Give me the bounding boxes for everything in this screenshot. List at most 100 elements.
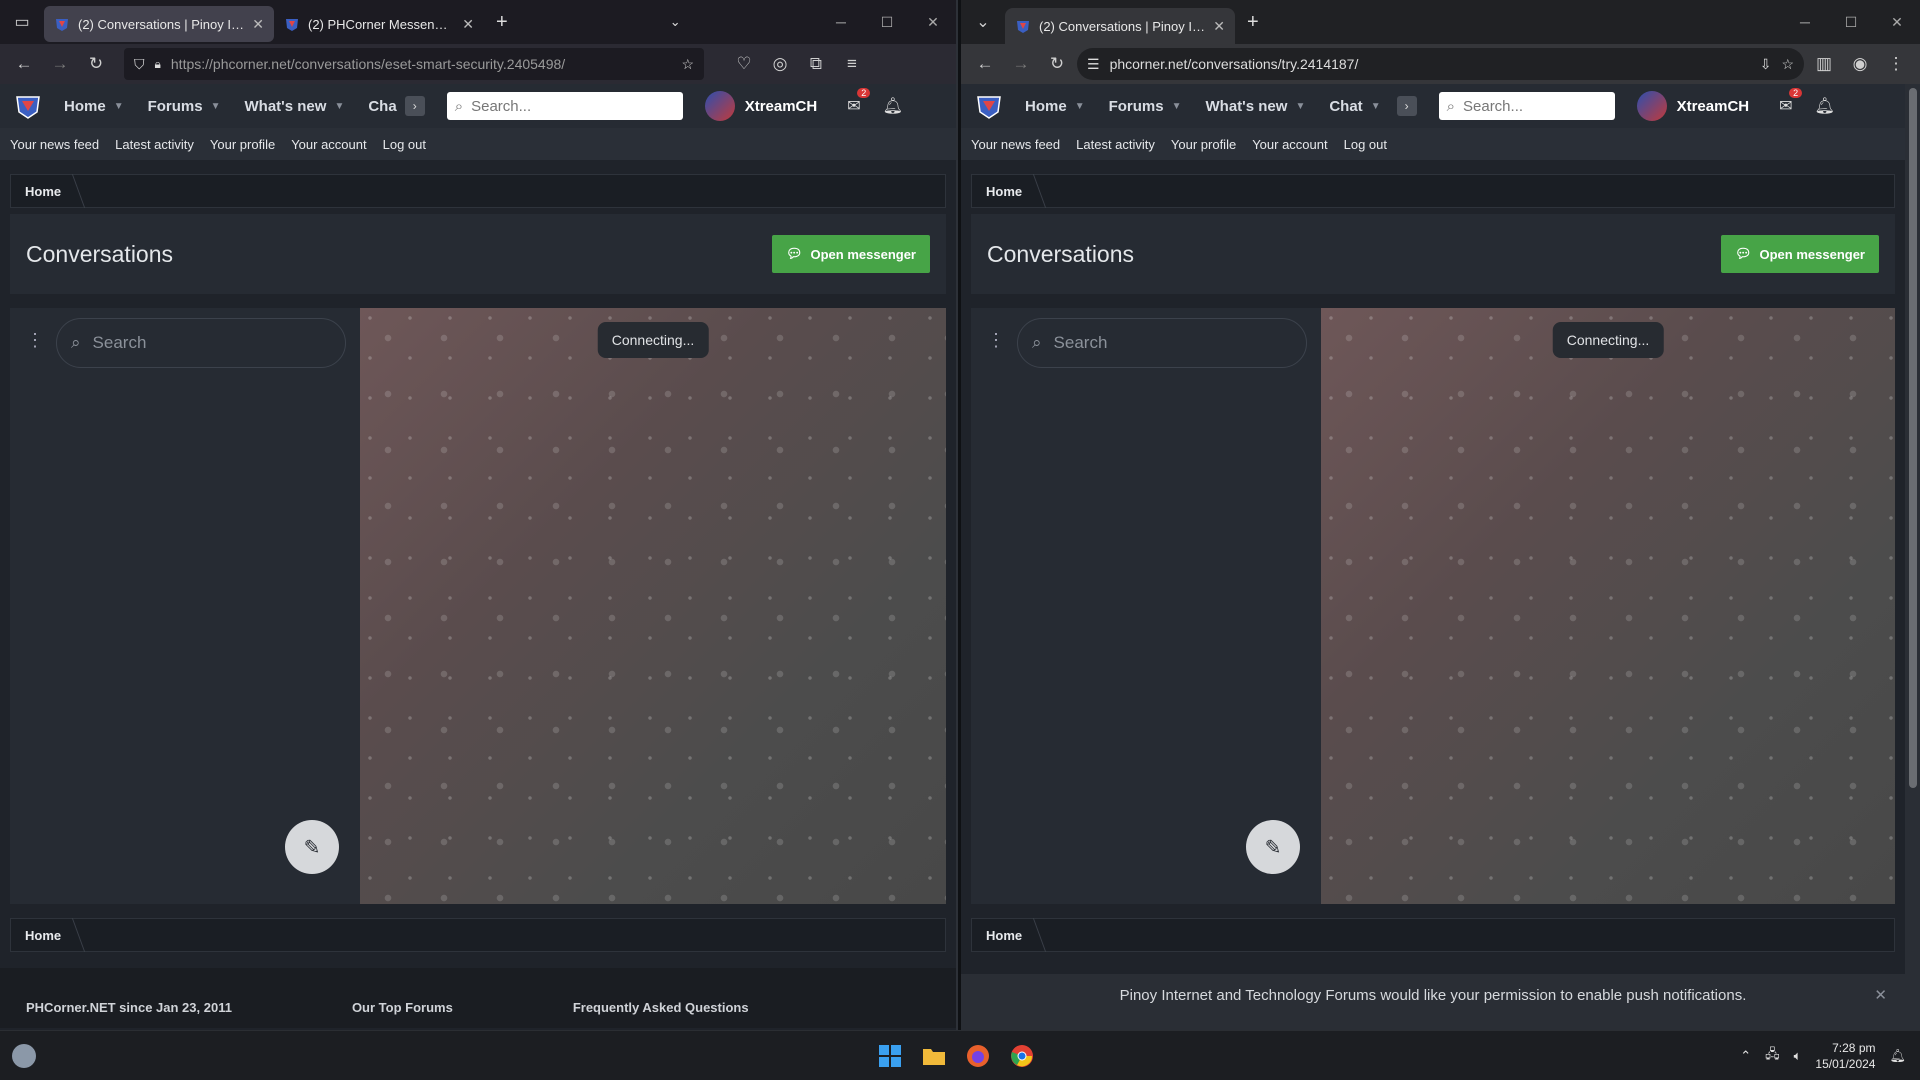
notification-bell-icon[interactable]: 🔔︎ xyxy=(1889,1048,1906,1064)
chevron-up-icon[interactable]: ⌃ xyxy=(1740,1048,1751,1064)
chrome-icon[interactable] xyxy=(1008,1042,1036,1070)
nav-forums[interactable]: Forums ▼ xyxy=(1101,98,1190,115)
close-tab-icon[interactable]: ✕ xyxy=(1213,18,1225,35)
inbox-icon[interactable]: ✉ xyxy=(847,96,860,116)
address-bar[interactable]: ☰ phcorner.net/conversations/try.2414187… xyxy=(1077,48,1804,80)
profile-icon[interactable]: ◉ xyxy=(1844,48,1876,80)
nav-forums[interactable]: Forums ▼ xyxy=(140,98,229,115)
footer-faq[interactable]: Frequently Asked Questions xyxy=(573,1000,749,1028)
new-tab-icon[interactable]: + xyxy=(1235,11,1271,34)
tab-conversations[interactable]: (2) Conversations | Pinoy Intern ✕ xyxy=(1005,8,1235,44)
reload-icon[interactable]: ↻ xyxy=(1041,48,1073,80)
nav-home[interactable]: Home ▼ xyxy=(56,98,132,115)
new-tab-icon[interactable]: + xyxy=(484,11,520,34)
firefox-icon[interactable] xyxy=(964,1042,992,1070)
open-messenger-button[interactable]: 💬︎ Open messenger xyxy=(1720,235,1879,273)
subnav-latest-activity[interactable]: Latest activity xyxy=(1076,137,1155,152)
side-panel-icon[interactable]: ▥ xyxy=(1808,48,1840,80)
close-window-icon[interactable]: ✕ xyxy=(910,14,956,31)
minimize-icon[interactable]: ─ xyxy=(818,14,864,31)
horizontal-scrollbar[interactable] xyxy=(961,1016,1905,1030)
site-search-input[interactable]: ⌕ Search... xyxy=(446,92,683,120)
bell-icon[interactable]: 🔔︎ xyxy=(1815,96,1835,116)
weather-icon[interactable] xyxy=(12,1043,36,1068)
more-options-icon[interactable]: ⋮ xyxy=(987,330,1005,351)
subnav-your-account[interactable]: Your account xyxy=(1252,137,1327,152)
menu-icon[interactable]: ≡ xyxy=(836,48,868,80)
pocket-icon[interactable]: ♡ xyxy=(728,48,760,80)
chevron-down-icon[interactable]: ▼ xyxy=(1172,101,1182,112)
footer-top-forums[interactable]: Our Top Forums xyxy=(352,1000,453,1028)
tab-overflow-chevron-icon[interactable]: ⌄ xyxy=(670,14,681,30)
shield-icon[interactable]: ⛉ xyxy=(134,56,145,73)
nav-whats-new[interactable]: What's new ▼ xyxy=(237,98,353,115)
subnav-your-profile[interactable]: Your profile xyxy=(1171,137,1236,152)
chevron-down-icon[interactable]: ▼ xyxy=(1075,101,1085,112)
bookmark-star-icon[interactable]: ☆ xyxy=(1781,56,1794,73)
forward-icon[interactable]: → xyxy=(1005,48,1037,80)
forward-icon[interactable]: → xyxy=(44,48,76,80)
address-bar[interactable]: ⛉ 🔒︎ https://phcorner.net/conversations/… xyxy=(124,48,704,80)
nav-home[interactable]: Home ▼ xyxy=(1017,98,1093,115)
user-menu[interactable]: XtreamCH xyxy=(1636,91,1749,121)
user-menu[interactable]: XtreamCH xyxy=(704,91,817,121)
close-tab-icon[interactable]: ✕ xyxy=(462,16,474,33)
menu-icon[interactable]: ⋮ xyxy=(1880,48,1912,80)
close-tab-icon[interactable]: ✕ xyxy=(252,16,264,33)
reload-icon[interactable]: ↻ xyxy=(80,48,112,80)
subnav-log-out[interactable]: Log out xyxy=(1344,137,1387,152)
phcorner-logo[interactable] xyxy=(969,86,1009,126)
subnav-news-feed[interactable]: Your news feed xyxy=(10,137,99,152)
network-icon[interactable]: 🖧︎ xyxy=(1765,1045,1780,1067)
file-explorer-icon[interactable] xyxy=(920,1042,948,1070)
minimize-icon[interactable]: ─ xyxy=(1782,14,1828,31)
compose-button[interactable]: ✎ xyxy=(1246,820,1300,874)
subnav-log-out[interactable]: Log out xyxy=(383,137,426,152)
extensions-icon[interactable]: ⧉ xyxy=(800,48,832,80)
nav-scroll-right-icon[interactable]: › xyxy=(404,96,425,116)
breadcrumb-home[interactable]: Home xyxy=(25,184,79,199)
chevron-down-icon[interactable]: ▼ xyxy=(211,101,221,112)
tab-search-icon[interactable]: ⌄ xyxy=(961,0,1005,44)
close-window-icon[interactable]: ✕ xyxy=(1874,14,1920,31)
inbox-icon[interactable]: ✉ xyxy=(1779,96,1792,116)
tab-messenger-bug[interactable]: (2) PHCorner Messenger Bug? | ✕ xyxy=(274,6,484,42)
chevron-down-icon[interactable]: ▼ xyxy=(334,101,344,112)
nav-chat[interactable]: Chat ▼ xyxy=(1321,98,1388,115)
nav-chat[interactable]: Cha xyxy=(360,98,396,115)
maximize-icon[interactable]: ☐ xyxy=(864,14,910,31)
site-search-input[interactable]: ⌕ Search... xyxy=(1438,92,1615,120)
tab-conversations[interactable]: (2) Conversations | Pinoy Intern ✕ xyxy=(44,6,274,42)
subnav-your-account[interactable]: Your account xyxy=(291,137,366,152)
back-icon[interactable]: ← xyxy=(8,48,40,80)
subnav-your-profile[interactable]: Your profile xyxy=(210,137,275,152)
install-app-icon[interactable]: ⇩ xyxy=(1760,56,1772,73)
start-icon[interactable] xyxy=(876,1042,904,1070)
tab-list-icon[interactable]: ▭ xyxy=(0,0,44,44)
breadcrumb-home[interactable]: Home xyxy=(986,928,1040,943)
open-messenger-button[interactable]: 💬︎ Open messenger xyxy=(771,235,930,273)
lock-icon[interactable]: 🔒︎ xyxy=(155,57,161,72)
conversation-search-input[interactable]: ⌕ Search xyxy=(56,318,346,368)
scrollbar-thumb[interactable] xyxy=(1909,88,1917,788)
compose-button[interactable]: ✎ xyxy=(285,820,339,874)
bookmark-star-icon[interactable]: ☆ xyxy=(681,56,694,73)
bell-icon[interactable]: 🔔︎ xyxy=(883,96,903,116)
more-options-icon[interactable]: ⋮ xyxy=(26,330,44,351)
subnav-news-feed[interactable]: Your news feed xyxy=(971,137,1060,152)
phcorner-logo[interactable] xyxy=(8,86,48,126)
clock[interactable]: 7:28 pm 15/01/2024 xyxy=(1815,1040,1875,1072)
nav-whats-new[interactable]: What's new ▼ xyxy=(1198,98,1314,115)
subnav-latest-activity[interactable]: Latest activity xyxy=(115,137,194,152)
chevron-down-icon[interactable]: ▼ xyxy=(1295,101,1305,112)
vertical-scrollbar[interactable] xyxy=(1905,84,1920,1030)
site-info-icon[interactable]: ☰ xyxy=(1087,56,1100,73)
account-icon[interactable]: ◎ xyxy=(764,48,796,80)
maximize-icon[interactable]: ☐ xyxy=(1828,14,1874,31)
breadcrumb-home[interactable]: Home xyxy=(25,928,79,943)
volume-icon[interactable]: 🔈︎ xyxy=(1794,1048,1802,1064)
breadcrumb-home[interactable]: Home xyxy=(986,184,1040,199)
chevron-down-icon[interactable]: ▼ xyxy=(114,101,124,112)
chevron-down-icon[interactable]: ▼ xyxy=(1371,101,1381,112)
back-icon[interactable]: ← xyxy=(969,48,1001,80)
